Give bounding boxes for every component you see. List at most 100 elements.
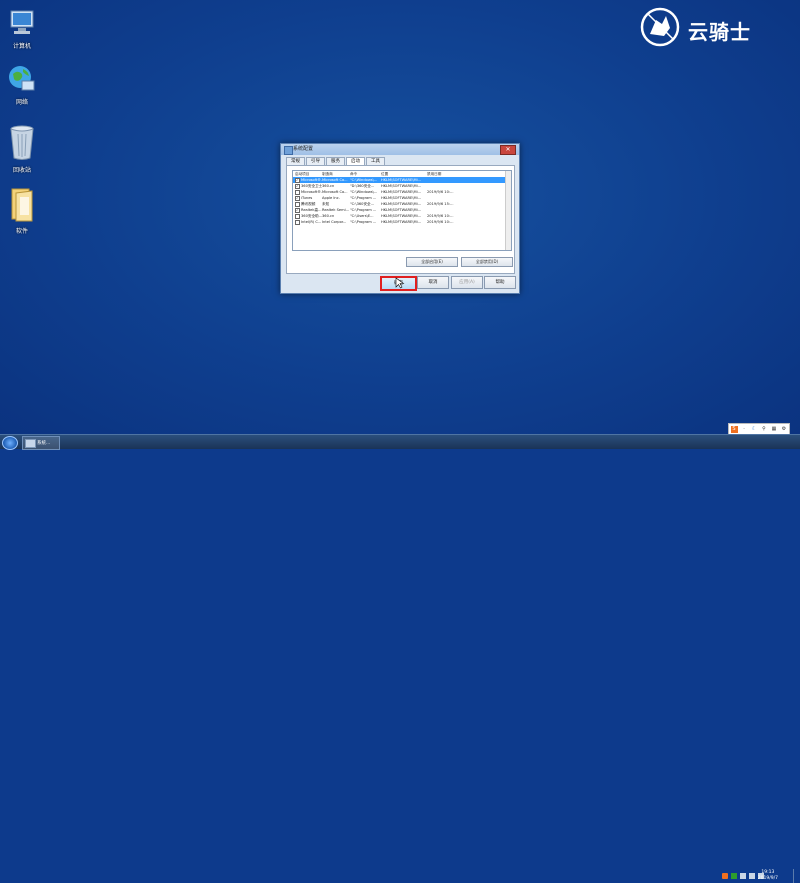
desktop-icon-software[interactable]: 软件 — [0, 185, 44, 235]
cell-text: iTunes — [301, 196, 313, 200]
cell-text: 360安全卫士 — [301, 184, 322, 188]
cell-text: 未知 — [322, 202, 330, 206]
desktop-icon-label: 计算机 — [12, 43, 31, 50]
vertical-scrollbar[interactable] — [505, 171, 511, 250]
dialog-titlebar[interactable]: 系统配置 ✕ — [281, 144, 519, 155]
cell-text: 2019/9/6 10:... — [427, 214, 454, 218]
taskbar-item-label: 系统... — [37, 441, 51, 446]
cell-text: 360安全助... — [301, 214, 322, 218]
cell-text: "C:\Program ... — [350, 196, 377, 200]
microphone-icon[interactable]: ⚲ — [761, 426, 768, 433]
help-button[interactable]: 帮助 — [484, 276, 516, 289]
apply-button[interactable]: 应用(A) — [451, 276, 483, 289]
computer-icon — [7, 8, 37, 38]
cancel-button[interactable]: 取消 — [417, 276, 449, 289]
startup-checkbox[interactable]: ✓ — [295, 195, 300, 201]
tab-general[interactable]: 常规 — [286, 157, 305, 165]
disable-all-button[interactable]: 全部禁用(D) — [461, 257, 513, 267]
show-desktop-button[interactable] — [793, 869, 800, 883]
desktop-icon-recycle-bin[interactable]: 回收站 — [0, 124, 44, 174]
enable-all-button[interactable]: 全部启用(E) — [406, 257, 458, 267]
cell-text: "C:\Users\E... — [350, 214, 374, 218]
cell-text: HKLM\SOFTWARE\Mi... — [381, 214, 422, 218]
cell-text: 2019/9/6 15:... — [427, 202, 454, 206]
tab-startup[interactable]: 启动 — [346, 157, 365, 165]
cell-text: "C:\Windows\... — [350, 190, 378, 194]
app-icon — [284, 146, 293, 155]
folder-icon — [7, 185, 37, 223]
mouse-cursor-icon — [395, 277, 405, 289]
logo-text: 云骑士 — [688, 20, 751, 44]
taskbar: 系统... 19:13 2019/9/7 — [0, 434, 800, 883]
input-method-icon[interactable]: S — [730, 425, 738, 433]
cell-text: 360.cn — [322, 214, 335, 218]
cell-text: 360.cn — [322, 184, 335, 188]
startup-panel: 启动项目 制造商 命令 位置 禁用日期 ✓Microsoft®...Micros… — [286, 165, 515, 274]
desktop-icon-network[interactable]: 网络 — [0, 64, 44, 106]
startup-checkbox[interactable]: ✓ — [295, 183, 300, 189]
brand-logo: 云骑士 — [640, 4, 800, 50]
cell-text: Realtek Semi... — [322, 208, 350, 212]
cell-loc: HKLM\SOFTWARE\Mi... — [381, 219, 427, 225]
cell-maker: Intel Corpor... — [322, 219, 350, 225]
cell-text: Intel(R) C... — [301, 220, 322, 224]
settings-icon[interactable]: ⚙ — [781, 426, 788, 433]
startup-checkbox[interactable]: ✓ — [295, 177, 300, 183]
tab-tools[interactable]: 工具 — [366, 157, 385, 165]
list-rows: ✓Microsoft®...Microsoft Co..."C:\Windows… — [293, 177, 511, 225]
cell-text: Apple Inc. — [322, 196, 340, 200]
startup-checkbox[interactable] — [295, 201, 300, 207]
cell-cmd: "C:\Program ... — [350, 219, 381, 225]
window-icon — [25, 439, 36, 448]
cell-text: 腾讯视频 — [301, 202, 316, 206]
flag-icon[interactable] — [740, 873, 746, 879]
moon-icon[interactable]: ☾ — [751, 426, 758, 433]
cell-text: HKLM\SOFTWARE\Mi... — [381, 208, 422, 212]
dialog-title: 系统配置 — [293, 146, 314, 152]
system-config-dialog: 系统配置 ✕ 常规 引导 服务 启动 工具 启动项目 制造商 命令 位置 禁用日… — [280, 143, 520, 294]
cell-text: 2019/9/6 10:... — [427, 220, 454, 224]
cell-text: HKLM\SOFTWARE\Mi... — [381, 220, 422, 224]
network-icon[interactable] — [749, 873, 755, 879]
shield-icon[interactable] — [731, 873, 737, 879]
recycle-bin-icon — [7, 124, 37, 162]
network-globe-icon — [7, 64, 37, 94]
cell-text: HKLM\SOFTWARE\Mi... — [381, 178, 422, 182]
startup-list: 启动项目 制造商 命令 位置 禁用日期 ✓Microsoft®...Micros… — [292, 170, 512, 251]
clock-date: 2019/9/7 — [757, 876, 778, 881]
cell-text: "C:\Windows\... — [350, 178, 378, 182]
knight-logo-icon — [640, 7, 680, 47]
cell-text: HKLM\SOFTWARE\Mi... — [381, 202, 422, 206]
punctuation-icon[interactable]: · — [741, 426, 748, 433]
tab-boot[interactable]: 引导 — [306, 157, 325, 165]
cell-item: Intel(R) C... — [293, 219, 322, 225]
cell-text: HKLM\SOFTWARE\Mi... — [381, 190, 422, 194]
startup-checkbox[interactable]: ✓ — [295, 207, 300, 213]
startup-checkbox[interactable] — [295, 213, 300, 219]
cell-text: Microsoft Co... — [322, 190, 348, 194]
cell-text: Microsoft Co... — [322, 178, 348, 182]
cell-text: "C:\Program ... — [350, 220, 377, 224]
list-item[interactable]: Intel(R) C... Intel Corpor... "C:\Program … — [293, 219, 511, 225]
cell-text: HKLM\SOFTWARE\Mi... — [381, 184, 422, 188]
desktop-icon-label: 软件 — [15, 228, 28, 235]
cell-text: "D:\360安全... — [350, 184, 375, 188]
cell-text: Microsoft®... — [301, 178, 322, 182]
cell-text: Realtek高... — [301, 208, 322, 212]
cell-text: "C:\360安全... — [350, 202, 375, 206]
keyboard-icon[interactable]: ▦ — [771, 426, 778, 433]
sogou-icon[interactable] — [722, 873, 728, 879]
cell-text: 2019/9/6 10:... — [427, 190, 454, 194]
desktop-icon-label: 网络 — [15, 99, 28, 106]
clock[interactable]: 19:13 2019/9/7 — [758, 870, 778, 882]
tab-bar: 常规 引导 服务 启动 工具 — [286, 157, 386, 165]
desktop-icon-computer[interactable]: 计算机 — [0, 8, 44, 50]
startup-checkbox[interactable] — [295, 189, 300, 195]
startup-checkbox[interactable] — [295, 219, 300, 225]
close-icon[interactable]: ✕ — [500, 145, 516, 155]
desktop-icon-label: 回收站 — [12, 167, 31, 174]
tab-services[interactable]: 服务 — [326, 157, 345, 165]
cell-text: Microsoft®... — [301, 190, 322, 194]
cell-date: 2019/9/6 10:... — [427, 219, 482, 225]
cell-text: "C:\Program ... — [350, 208, 377, 212]
